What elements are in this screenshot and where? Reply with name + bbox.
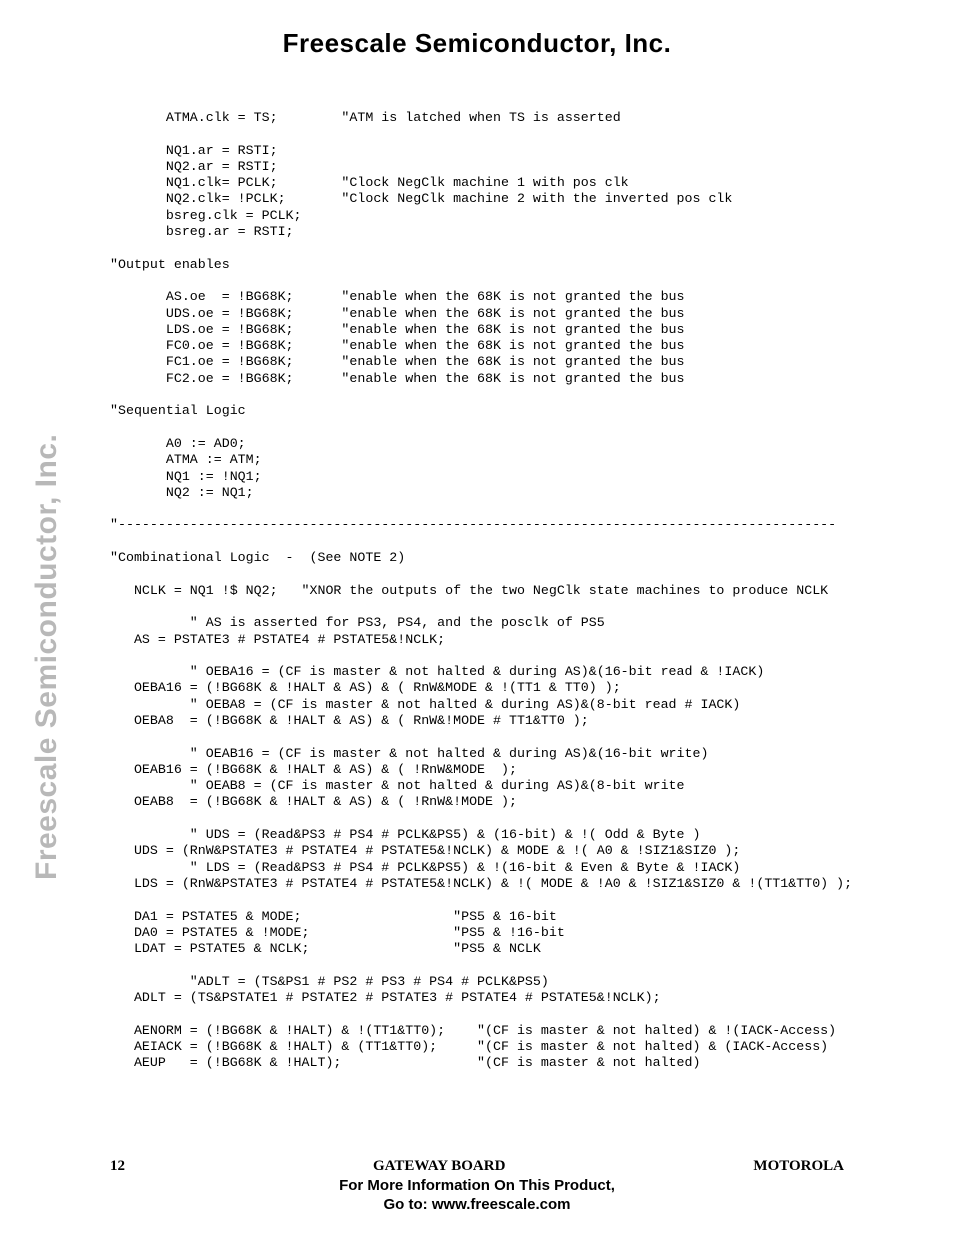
document-page: Freescale Semiconductor, Inc. Freescale … — [0, 0, 954, 1235]
page-footer: 12 GATEWAY BOARD MOTOROLA For More Infor… — [0, 1158, 954, 1213]
page-header: Freescale Semiconductor, Inc. — [0, 28, 954, 59]
company-name: Freescale Semiconductor, Inc. — [283, 28, 672, 58]
page-number: 12 — [110, 1158, 125, 1175]
footer-info-2: Go to: www.freescale.com — [0, 1196, 954, 1213]
footer-row: 12 GATEWAY BOARD MOTOROLA — [0, 1158, 954, 1175]
sidebar-watermark: Freescale Semiconductor, Inc. — [30, 360, 64, 880]
code-listing: ATMA.clk = TS; "ATM is latched when TS i… — [110, 110, 852, 1072]
footer-info-1: For More Information On This Product, — [0, 1177, 954, 1194]
footer-title: GATEWAY BOARD — [373, 1158, 505, 1175]
sidebar-text: Freescale Semiconductor, Inc. — [30, 434, 63, 880]
footer-brand: MOTOROLA — [753, 1158, 844, 1175]
